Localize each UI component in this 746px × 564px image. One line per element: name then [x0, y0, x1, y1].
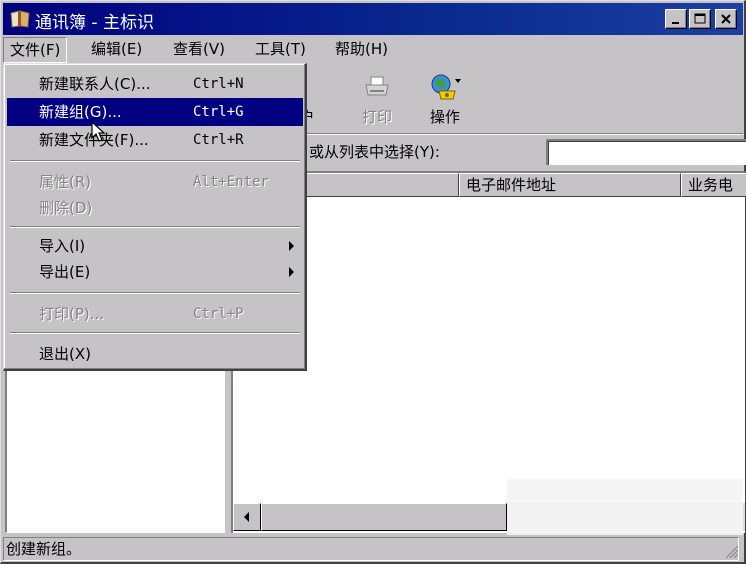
minimize-icon — [672, 22, 679, 24]
menu-item-label: 新建组(G)... — [39, 103, 122, 121]
menu-item-delete: 删除(D) — [7, 194, 303, 222]
menu-item-label: 删除(D) — [39, 199, 93, 217]
scrollbar-thumb[interactable] — [261, 503, 507, 531]
actions-button[interactable]: 操作 — [417, 71, 473, 131]
menu-separator — [10, 292, 300, 294]
status-text: 创建新组。 — [3, 537, 739, 561]
menu-item-label: 退出(X) — [39, 345, 91, 363]
menu-item-label: 属性(R) — [39, 173, 92, 191]
menu-item-shortcut: Alt+Enter — [193, 174, 269, 190]
submenu-arrow-icon — [289, 241, 294, 251]
window-title: 通讯簿 - 主标识 — [35, 13, 154, 33]
print-button[interactable]: 打印 — [349, 71, 405, 131]
address-book-icon — [9, 9, 31, 29]
column-header-business-phone[interactable]: 业务电 — [681, 173, 746, 197]
maximize-button[interactable] — [689, 9, 711, 29]
menu-item-label: 打印(P)... — [39, 305, 105, 323]
status-bar: 创建新组。 — [3, 535, 743, 561]
mouse-cursor-icon — [91, 121, 106, 142]
minimize-button[interactable] — [665, 9, 687, 29]
menu-item-label: 导入(I) — [39, 237, 86, 255]
menu-separator — [10, 226, 300, 228]
menu-item-new-folder[interactable]: 新建文件夹(F)... Ctrl+R — [7, 126, 303, 154]
column-header-email[interactable]: 电子邮件地址 — [459, 173, 681, 197]
menu-tools[interactable]: 工具(T) — [249, 37, 312, 63]
menu-item-exit[interactable]: 退出(X) — [7, 340, 303, 368]
scroll-left-button[interactable] — [233, 503, 261, 531]
menu-separator — [10, 332, 300, 334]
menu-item-export[interactable]: 导出(E) — [7, 258, 303, 286]
menu-item-import[interactable]: 导入(I) — [7, 232, 303, 260]
menu-item-new-contact[interactable]: 新建联系人(C)... Ctrl+N — [7, 70, 303, 98]
title-bar[interactable]: 通讯簿 - 主标识 — [3, 3, 743, 35]
actions-label: 操作 — [429, 108, 460, 126]
search-input[interactable] — [546, 139, 746, 165]
print-label: 打印 — [361, 108, 392, 126]
arrow-left-icon — [244, 512, 249, 522]
submenu-arrow-icon — [289, 267, 294, 277]
address-book-window: 通讯簿 - 主标识 文件(F) 编辑(E) 查看(V) 工具(T) 帮助(H) … — [0, 0, 746, 564]
search-label: 或从列表中选择(Y): — [309, 143, 440, 161]
menu-item-label: 导出(E) — [39, 263, 91, 281]
menu-item-new-group[interactable]: 新建组(G)... Ctrl+G — [7, 98, 303, 126]
menu-item-properties: 属性(R) Alt+Enter — [7, 168, 303, 196]
menu-item-print: 打印(P)... Ctrl+P — [7, 300, 303, 328]
menu-help[interactable]: 帮助(H) — [329, 37, 394, 63]
printer-icon — [365, 76, 389, 96]
maximize-icon — [694, 13, 706, 24]
watermark-overlay — [507, 479, 743, 535]
file-menu-dropdown: 新建联系人(C)... Ctrl+N 新建组(G)... Ctrl+G 新建文件… — [3, 63, 307, 371]
menu-item-shortcut: Ctrl+R — [193, 132, 244, 148]
actions-icon — [431, 74, 461, 100]
menu-view[interactable]: 查看(V) — [167, 37, 231, 63]
close-button[interactable] — [715, 9, 737, 29]
menu-file[interactable]: 文件(F) — [3, 37, 68, 63]
menu-item-shortcut: Ctrl+N — [193, 76, 244, 92]
menu-bar: 文件(F) 编辑(E) 查看(V) 工具(T) 帮助(H) — [3, 37, 743, 63]
menu-edit[interactable]: 编辑(E) — [85, 37, 148, 63]
menu-separator — [10, 160, 300, 162]
menu-item-shortcut: Ctrl+P — [193, 306, 244, 322]
resize-grip-icon[interactable] — [725, 545, 739, 559]
menu-item-shortcut: Ctrl+G — [193, 104, 244, 120]
close-icon — [721, 14, 731, 24]
menu-item-label: 新建联系人(C)... — [39, 75, 151, 93]
